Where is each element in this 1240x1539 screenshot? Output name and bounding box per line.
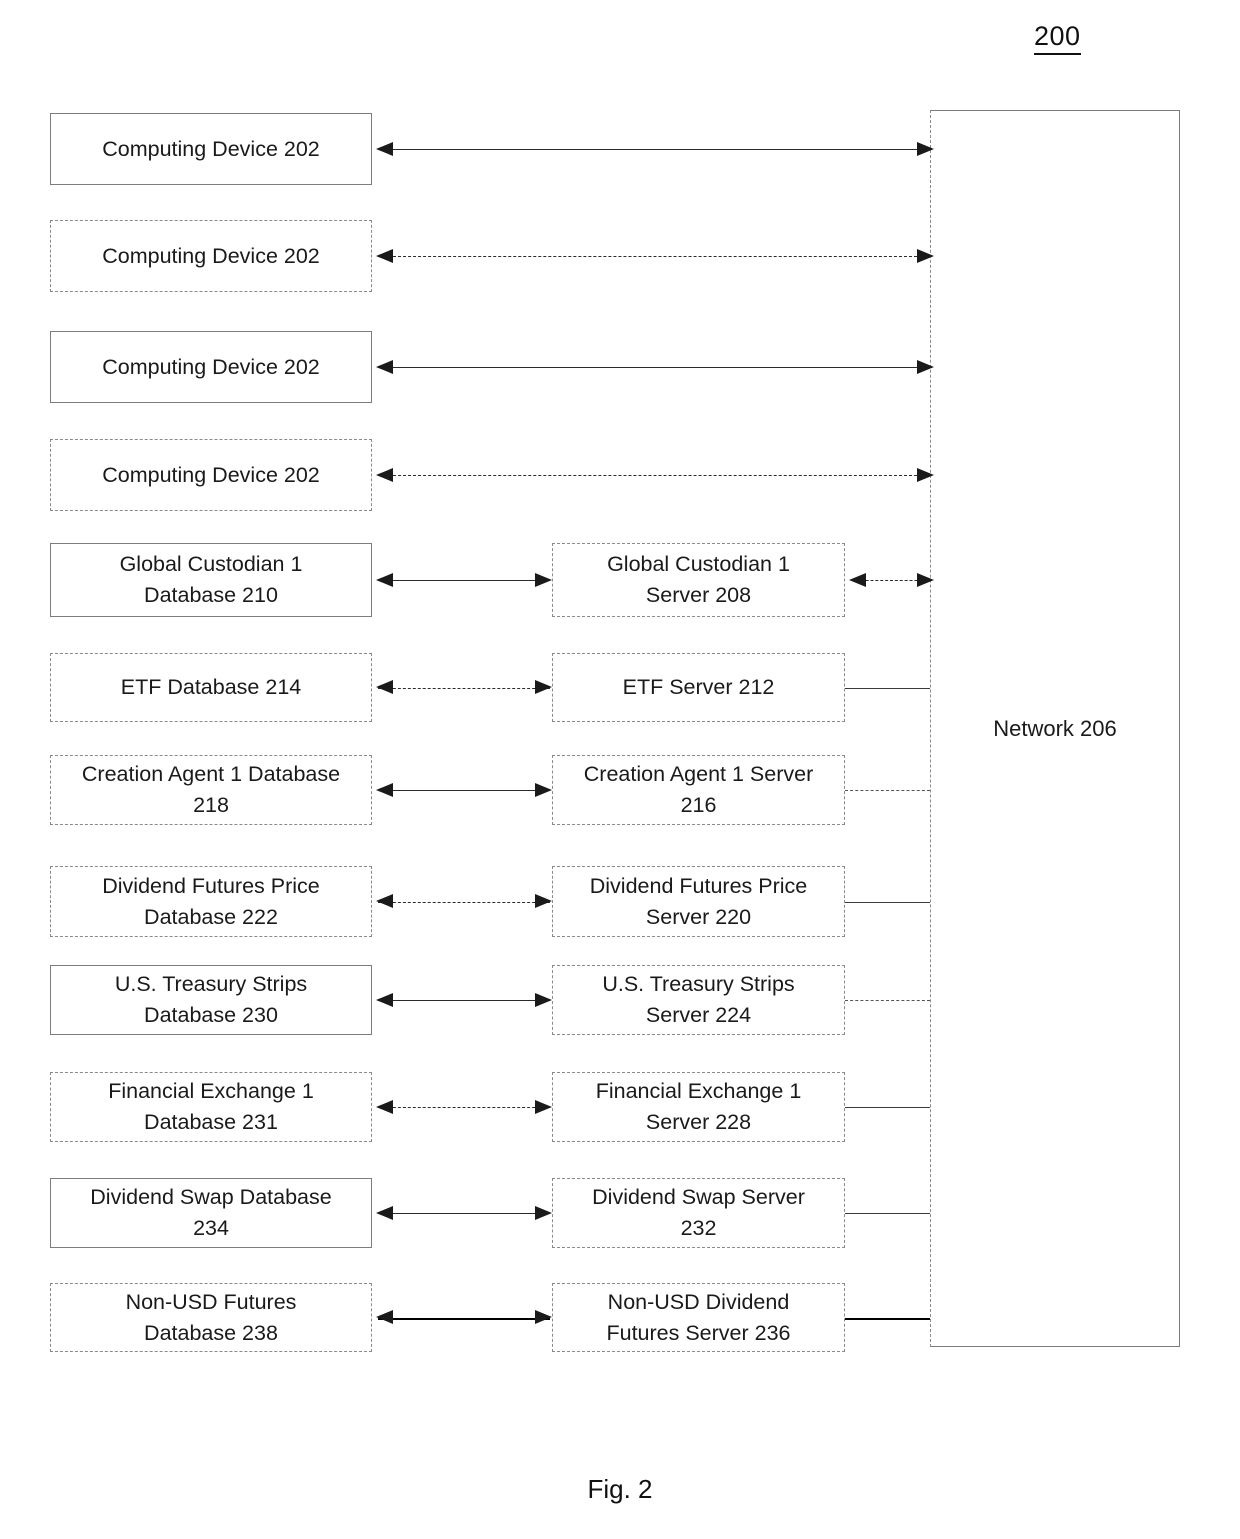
arrow-right-icon — [535, 680, 552, 694]
server-box-7-label: Dividend Swap Server 232 — [592, 1185, 805, 1240]
arrow-right-icon — [535, 992, 552, 1007]
arrow-right-icon — [917, 359, 934, 374]
server-network-connector-8 — [845, 1317, 930, 1320]
arrow-left-icon — [376, 248, 393, 263]
server-network-connector-4 — [845, 901, 930, 903]
client-network-connector-2-line — [378, 256, 932, 257]
server-box-2-label: ETF Server 212 — [622, 675, 775, 700]
arrow-right-icon — [917, 248, 934, 263]
arrow-left-icon — [376, 1099, 393, 1114]
database-box-2-label: ETF Database 214 — [120, 675, 302, 700]
arrow-right-icon — [535, 1310, 552, 1324]
network-label: Network 206 — [993, 716, 1117, 741]
server-box-1-label: Global Custodian 1 Server 208 — [607, 552, 790, 607]
server-box-4: Dividend Futures Price Server 220 — [552, 866, 845, 937]
arrow-right-icon — [917, 141, 934, 156]
server-network-connector-3 — [845, 790, 930, 791]
server-box-6: Financial Exchange 1 Server 228 — [552, 1072, 845, 1142]
arrow-right-icon — [535, 894, 552, 908]
database-box-7-label: Dividend Swap Database 234 — [90, 1185, 332, 1240]
database-server-connector-3-line — [378, 790, 550, 791]
database-box-4: Dividend Futures Price Database 222 — [50, 866, 372, 937]
arrow-right-icon — [917, 572, 934, 587]
computing-device-box-2: Computing Device 202 — [50, 220, 372, 292]
computing-device-box-1-label: Computing Device 202 — [102, 136, 320, 161]
computing-device-box-3: Computing Device 202 — [50, 331, 372, 403]
arrow-left-icon — [376, 467, 393, 482]
figure-caption: Fig. 2 — [587, 1474, 653, 1504]
database-box-1: Global Custodian 1 Database 210 — [50, 543, 372, 617]
patent-figure-200: 200 Network 206 Computing Device 202 Comp… — [0, 0, 1240, 1539]
arrow-left-icon — [376, 992, 393, 1007]
server-box-3: Creation Agent 1 Server 216 — [552, 755, 845, 825]
arrow-right-icon — [917, 467, 934, 482]
arrow-left-icon — [376, 680, 393, 694]
arrow-left-icon — [376, 141, 393, 156]
server-box-7: Dividend Swap Server 232 — [552, 1178, 845, 1248]
arrow-right-icon — [535, 782, 552, 797]
server-network-connector-2 — [845, 687, 930, 689]
server-box-2: ETF Server 212 — [552, 653, 845, 722]
server-box-8-label: Non-USD Dividend Futures Server 236 — [606, 1289, 791, 1345]
database-box-6-label: Financial Exchange 1 Database 231 — [108, 1079, 314, 1134]
database-box-4-label: Dividend Futures Price Database 222 — [102, 873, 320, 929]
server-network-connector-5 — [845, 1000, 930, 1001]
database-box-6: Financial Exchange 1 Database 231 — [50, 1072, 372, 1142]
database-box-7: Dividend Swap Database 234 — [50, 1178, 372, 1248]
computing-device-box-2-label: Computing Device 202 — [102, 243, 320, 268]
arrow-left-icon — [376, 572, 393, 587]
server-box-8: Non-USD Dividend Futures Server 236 — [552, 1283, 845, 1352]
database-server-connector-6-line — [378, 1107, 550, 1108]
arrow-right-icon — [535, 572, 552, 587]
client-network-connector-3-line — [378, 367, 932, 368]
computing-device-box-4: Computing Device 202 — [50, 439, 372, 511]
database-server-connector-1-line — [378, 580, 550, 581]
arrow-left-icon — [849, 572, 866, 587]
server-box-3-label: Creation Agent 1 Server 216 — [583, 762, 814, 817]
client-network-connector-1-line — [378, 149, 932, 150]
arrow-left-icon — [376, 1310, 393, 1324]
arrow-left-icon — [376, 1205, 393, 1220]
server-network-connector-7 — [845, 1213, 930, 1214]
computing-device-box-3-label: Computing Device 202 — [102, 354, 320, 379]
database-box-2: ETF Database 214 — [50, 653, 372, 722]
server-box-5: U.S. Treasury Strips Server 224 — [552, 965, 845, 1035]
computing-device-box-4-label: Computing Device 202 — [102, 462, 320, 487]
database-box-8-label: Non-USD Futures Database 238 — [125, 1289, 297, 1345]
database-server-connector-2-line — [378, 687, 550, 689]
database-box-8: Non-USD Futures Database 238 — [50, 1283, 372, 1352]
server-network-connector-6 — [845, 1107, 930, 1108]
database-box-5-label: U.S. Treasury Strips Database 230 — [114, 972, 308, 1027]
arrow-left-icon — [376, 894, 393, 908]
arrow-right-icon — [535, 1205, 552, 1220]
database-server-connector-8-line — [378, 1317, 550, 1320]
computing-device-box-1: Computing Device 202 — [50, 113, 372, 185]
client-network-connector-4-line — [378, 475, 932, 476]
server-box-5-label: U.S. Treasury Strips Server 224 — [602, 972, 795, 1027]
server-box-6-label: Financial Exchange 1 Server 228 — [595, 1079, 802, 1134]
server-box-1: Global Custodian 1 Server 208 — [552, 543, 845, 617]
database-server-connector-5-line — [378, 1000, 550, 1001]
database-box-5: U.S. Treasury Strips Database 230 — [50, 965, 372, 1035]
figure-reference-numeral: 200 — [1034, 21, 1081, 55]
database-server-connector-4-line — [378, 901, 550, 903]
database-box-3-label: Creation Agent 1 Database 218 — [81, 762, 341, 817]
server-box-4-label: Dividend Futures Price Server 220 — [589, 873, 808, 929]
arrow-left-icon — [376, 359, 393, 374]
database-box-3: Creation Agent 1 Database 218 — [50, 755, 372, 825]
database-server-connector-7-line — [378, 1213, 550, 1214]
arrow-right-icon — [535, 1099, 552, 1114]
arrow-left-icon — [376, 782, 393, 797]
database-box-1-label: Global Custodian 1 Database 210 — [119, 552, 303, 607]
